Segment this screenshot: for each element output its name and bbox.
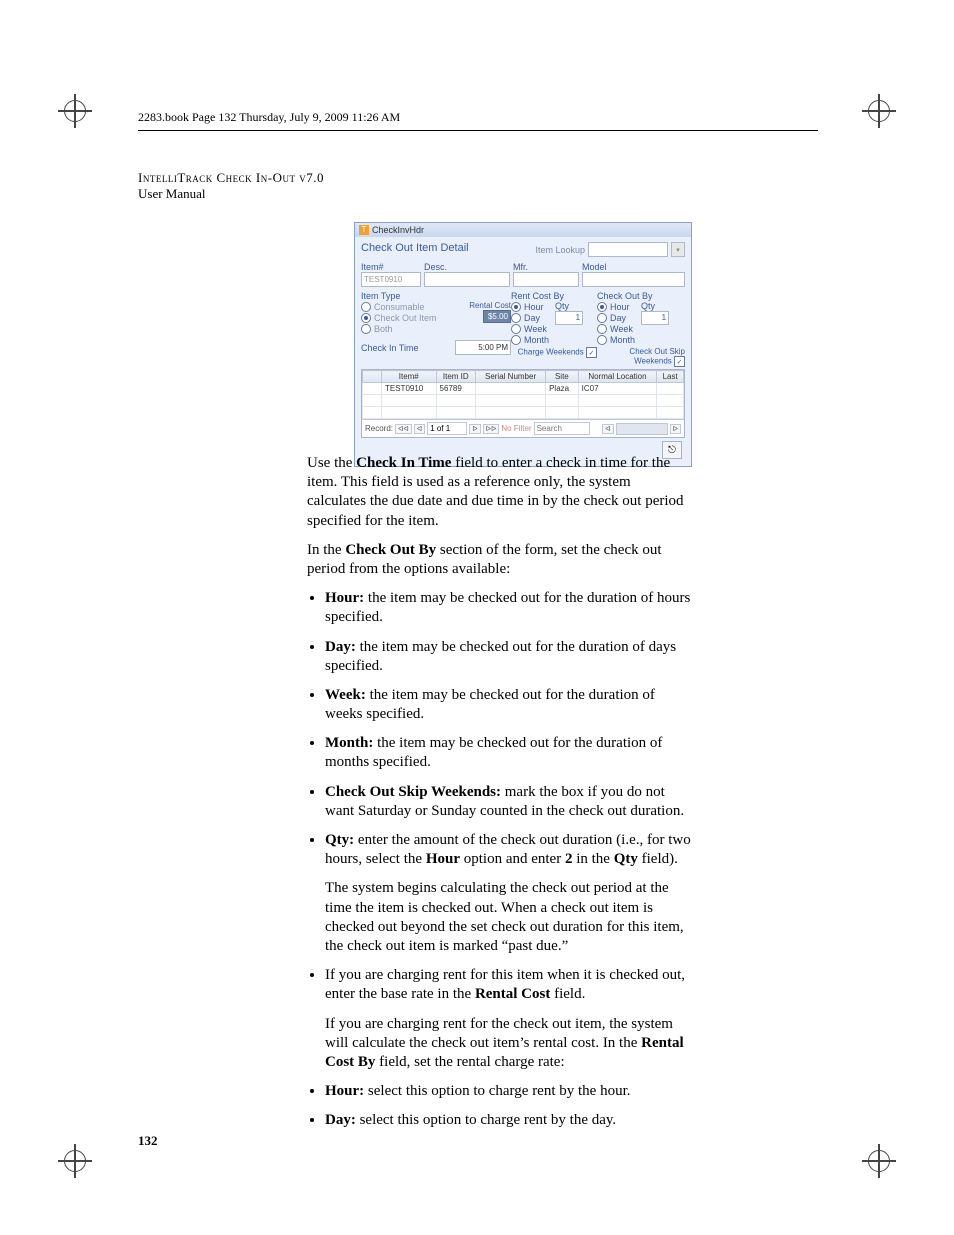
skip-weekends-checkbox[interactable]: ✓ (674, 356, 685, 367)
reg-mark (868, 1150, 890, 1172)
desc-label: Desc. (424, 262, 510, 272)
item-lookup-label: Item Lookup (535, 245, 585, 255)
col-itemid[interactable]: Item ID (436, 371, 476, 383)
radio-rent-day[interactable]: Day (511, 313, 549, 323)
grid-search[interactable] (534, 422, 590, 435)
record-position[interactable] (427, 422, 467, 435)
desc-field[interactable] (424, 272, 510, 287)
radio-both[interactable]: Both (361, 324, 441, 334)
check-in-time-field[interactable]: 5:00 PM (455, 340, 511, 355)
check-out-detail-form: T CheckInvHdr Check Out Item Detail Item… (354, 222, 692, 467)
rent-qty-field[interactable]: 1 (555, 311, 583, 325)
radio-consumable[interactable]: Consumable (361, 302, 441, 312)
radio-co-hour[interactable]: Hour (597, 302, 635, 312)
radio-rent-month[interactable]: Month (511, 335, 549, 345)
doc-type: User Manual (138, 186, 206, 201)
mfr-field[interactable] (513, 272, 579, 287)
model-label: Model (582, 262, 685, 272)
rent-cost-by-title: Rent Cost By (511, 291, 597, 301)
app-icon: T (359, 225, 369, 235)
col-last[interactable]: Last (657, 371, 684, 383)
item-no-label: Item# (361, 262, 421, 272)
header-rule (138, 130, 818, 131)
form-title: Check Out Item Detail (361, 242, 469, 257)
reg-mark (64, 100, 86, 122)
no-filter-label: No Filter (501, 424, 531, 433)
rental-cost-field[interactable]: $5.00 (483, 310, 511, 323)
radio-co-week[interactable]: Week (597, 324, 635, 334)
book-meta: 2283.book Page 132 Thursday, July 9, 200… (138, 110, 400, 125)
nav-next[interactable]: ᐅ (469, 424, 480, 434)
radio-rent-hour[interactable]: Hour (511, 302, 549, 312)
co-qty-field[interactable]: 1 (641, 311, 669, 325)
nav-prev[interactable]: ᐊ (414, 424, 425, 434)
product-name: IntelliTrack Check In-Out v7.0 (138, 170, 324, 185)
scroll-right[interactable]: ᐅ (670, 424, 681, 434)
doc-header: IntelliTrack Check In-Out v7.0 User Manu… (138, 170, 324, 202)
item-type-title: Item Type (361, 291, 511, 301)
radio-co-month[interactable]: Month (597, 335, 635, 345)
item-no-field[interactable]: TEST0910 (361, 272, 421, 287)
item-lookup-input[interactable] (588, 242, 668, 257)
col-item[interactable]: Item# (382, 371, 437, 383)
table-row[interactable]: TEST0910 56789 Plaza IC07 (363, 383, 684, 395)
document-body: Use the Check In Time field to enter a c… (307, 454, 693, 1140)
col-site[interactable]: Site (546, 371, 579, 383)
reg-mark (64, 1150, 86, 1172)
item-lookup-dropdown[interactable]: ▾ (671, 242, 685, 257)
check-out-by-title: Check Out By (597, 291, 685, 301)
col-serial[interactable]: Serial Number (476, 371, 546, 383)
rental-cost-label: Rental Cost (441, 301, 511, 310)
col-location[interactable]: Normal Location (578, 371, 657, 383)
nav-last[interactable]: ᐅᐅ (483, 424, 500, 434)
items-grid[interactable]: Item# Item ID Serial Number Site Normal … (361, 369, 685, 438)
check-in-time-label: Check In Time (361, 343, 419, 353)
rent-qty-label: Qty (555, 301, 583, 311)
reg-mark (868, 100, 890, 122)
radio-co-day[interactable]: Day (597, 313, 635, 323)
model-field[interactable] (582, 272, 685, 287)
radio-rent-week[interactable]: Week (511, 324, 549, 334)
charge-weekends-checkbox[interactable]: ✓ (586, 347, 597, 358)
radio-check-out-item[interactable]: Check Out Item (361, 313, 441, 323)
record-label: Record: (365, 424, 393, 433)
co-qty-label: Qty (641, 301, 669, 311)
page-number: 132 (138, 1133, 158, 1149)
scroll-left[interactable]: ᐊ (602, 424, 613, 434)
window-titlebar[interactable]: T CheckInvHdr (355, 223, 691, 237)
charge-weekends-label: Charge Weekends (518, 348, 584, 357)
window-title: CheckInvHdr (372, 225, 424, 235)
nav-first[interactable]: ᐊᐊ (395, 424, 412, 434)
mfr-label: Mfr. (513, 262, 579, 272)
